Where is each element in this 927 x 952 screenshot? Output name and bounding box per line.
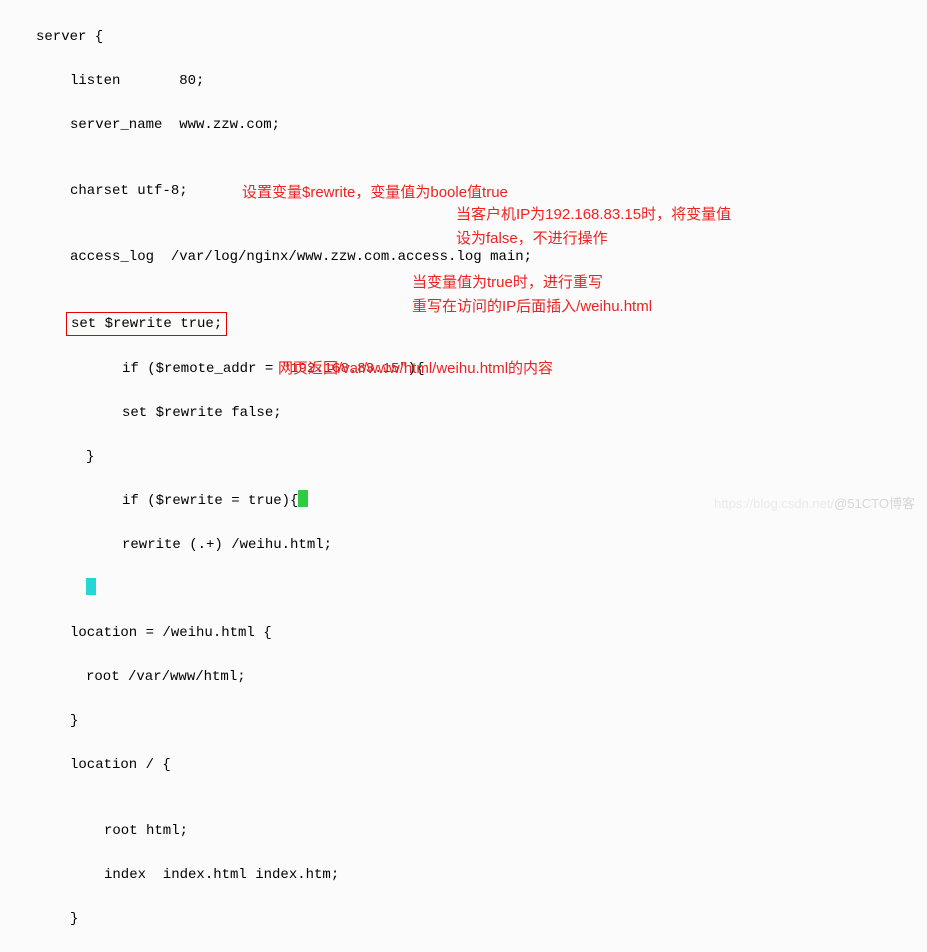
code-line: server { bbox=[0, 26, 532, 48]
annotation-true-line1: 当变量值为true时，进行重写 bbox=[412, 272, 603, 294]
annotation-location: 网页返回/var/www/html/weihu.html的内容 bbox=[278, 358, 553, 380]
code-line: server_name www.zzw.com; bbox=[0, 114, 532, 136]
code-line: location / { bbox=[0, 754, 532, 776]
code-line: root /var/www/html; bbox=[0, 666, 532, 688]
highlight-box: set $rewrite true; bbox=[66, 312, 227, 336]
annotation-ip-line2: 设为false，不进行操作 bbox=[456, 228, 608, 250]
code-line: rewrite (.+) /weihu.html; bbox=[0, 534, 532, 556]
code-line: set $rewrite false; bbox=[0, 402, 532, 424]
code-line: root html; bbox=[0, 820, 532, 842]
code-line: access_log /var/log/nginx/www.zzw.com.ac… bbox=[0, 246, 532, 268]
watermark-brand: @51CTO博客 bbox=[834, 496, 915, 511]
code-line: } bbox=[0, 446, 532, 468]
code-line: if ($rewrite = true){ bbox=[0, 490, 532, 512]
cursor-cyan bbox=[86, 578, 96, 595]
watermark-url: https://blog.csdn.net/ bbox=[714, 496, 834, 511]
code-line: index index.html index.htm; bbox=[0, 864, 532, 886]
code-line bbox=[0, 578, 532, 600]
code-line: } bbox=[0, 908, 532, 930]
annotation-ip-line1: 当客户机IP为192.168.83.15时，将变量值 bbox=[456, 204, 731, 226]
annotation-true-line2: 重写在访问的IP后面插入/weihu.html bbox=[412, 296, 652, 318]
code-block: server { listen 80; server_name www.zzw.… bbox=[0, 0, 532, 952]
cursor-green bbox=[298, 490, 308, 507]
annotation-rewrite-var: 设置变量$rewrite，变量值为boole值true bbox=[242, 182, 508, 204]
watermark: https://blog.csdn.net/@51CTO博客 bbox=[714, 493, 915, 515]
code-line: location = /weihu.html { bbox=[0, 622, 532, 644]
code-line: } bbox=[0, 710, 532, 732]
code-line: listen 80; bbox=[0, 70, 532, 92]
